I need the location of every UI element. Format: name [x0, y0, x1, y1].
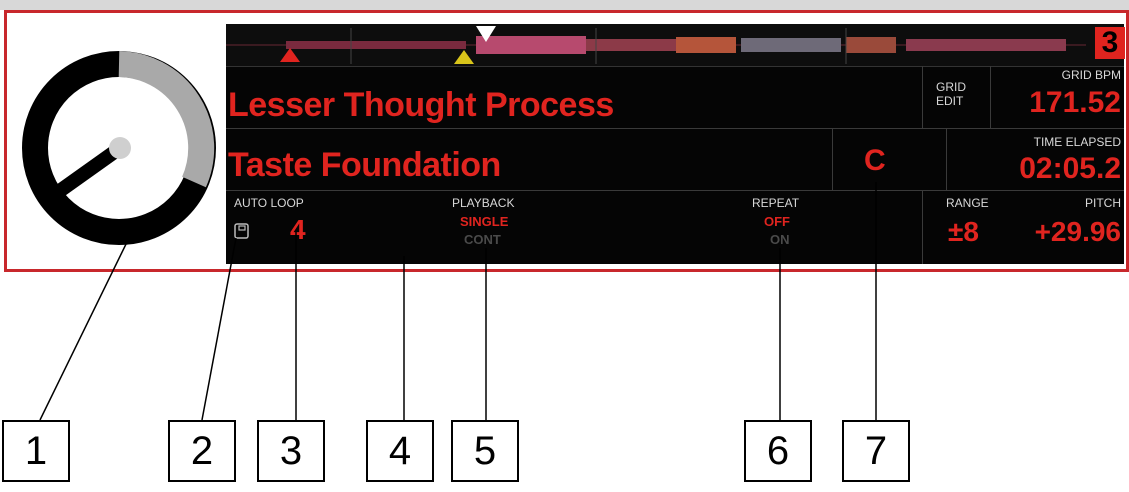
callout-2: 2: [168, 420, 236, 482]
callout-5: 5: [451, 420, 519, 482]
callout-3: 3: [257, 420, 325, 482]
callout-7: 7: [842, 420, 910, 482]
callout-lines: [39, 182, 877, 421]
callout-6: 6: [744, 420, 812, 482]
callout-1: 1: [2, 420, 70, 482]
callout-4: 4: [366, 420, 434, 482]
